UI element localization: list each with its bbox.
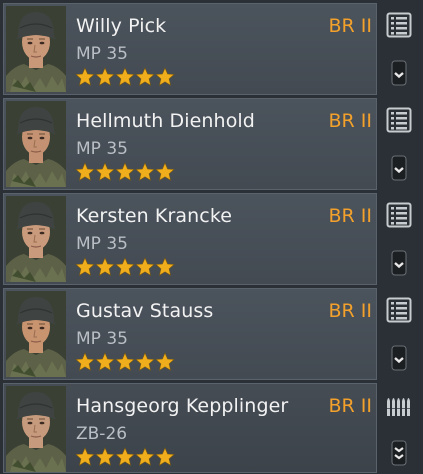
soldier-stars	[75, 352, 175, 372]
star-icon	[75, 67, 95, 86]
rank-two-chevron-icon[interactable]	[386, 440, 412, 466]
soldier-card[interactable]: Willy Pick MP 35 BR II	[3, 3, 377, 95]
squad-roster: Willy Pick MP 35 BR II Hellmuth Dienhold MP …	[0, 0, 423, 474]
list-icon[interactable]	[386, 297, 412, 323]
star-icon	[75, 257, 95, 276]
star-icon	[115, 67, 135, 86]
battle-rating: BR II	[328, 395, 372, 417]
soldier-weapon: ZB-26	[76, 424, 128, 444]
rank-one-chevron-icon[interactable]	[386, 155, 412, 181]
star-icon	[115, 257, 135, 276]
star-icon	[95, 162, 115, 181]
star-icon	[135, 162, 155, 181]
soldier-card[interactable]: Gustav Stauss MP 35 BR II	[3, 288, 377, 380]
star-icon	[75, 162, 95, 181]
star-icon	[135, 257, 155, 276]
battle-rating: BR II	[328, 205, 372, 227]
soldier-stars	[75, 257, 175, 277]
soldier-stars	[75, 67, 175, 87]
battle-rating: BR II	[328, 110, 372, 132]
battle-rating: BR II	[328, 300, 372, 322]
star-icon	[115, 162, 135, 181]
list-icon[interactable]	[386, 12, 412, 38]
star-icon	[95, 447, 115, 466]
star-icon	[95, 352, 115, 371]
list-icon[interactable]	[386, 107, 412, 133]
ammo-icon[interactable]	[386, 392, 412, 418]
soldier-weapon: MP 35	[76, 139, 128, 159]
star-icon	[135, 352, 155, 371]
star-icon	[75, 447, 95, 466]
soldier-actions	[380, 288, 420, 380]
rank-one-chevron-icon[interactable]	[386, 60, 412, 86]
soldier-portrait	[6, 196, 66, 282]
soldier-portrait	[6, 6, 66, 92]
soldier-name: Hansgeorg Kepplinger	[76, 395, 289, 417]
star-icon	[135, 447, 155, 466]
soldier-actions	[380, 193, 420, 285]
soldier-name: Gustav Stauss	[76, 300, 214, 322]
soldier-stars	[75, 162, 175, 182]
rank-one-chevron-icon[interactable]	[386, 250, 412, 276]
star-icon	[155, 162, 175, 181]
soldier-actions	[380, 383, 420, 474]
soldier-card[interactable]: Hellmuth Dienhold MP 35 BR II	[3, 98, 377, 190]
soldier-name: Hellmuth Dienhold	[76, 110, 255, 132]
soldier-portrait	[6, 101, 66, 187]
star-icon	[95, 67, 115, 86]
soldier-name: Willy Pick	[76, 15, 167, 37]
soldier-name: Kersten Krancke	[76, 205, 233, 227]
rank-one-chevron-icon[interactable]	[386, 345, 412, 371]
star-icon	[155, 257, 175, 276]
soldier-card[interactable]: Hansgeorg Kepplinger ZB-26 BR II	[3, 383, 377, 473]
soldier-portrait	[6, 386, 66, 472]
soldier-actions	[380, 3, 420, 95]
list-icon[interactable]	[386, 202, 412, 228]
star-icon	[155, 352, 175, 371]
star-icon	[75, 352, 95, 371]
star-icon	[155, 67, 175, 86]
soldier-portrait	[6, 291, 66, 377]
soldier-actions	[380, 98, 420, 190]
star-icon	[115, 352, 135, 371]
soldier-stars	[75, 447, 175, 467]
star-icon	[115, 447, 135, 466]
star-icon	[95, 257, 115, 276]
soldier-weapon: MP 35	[76, 234, 128, 254]
soldier-card[interactable]: Kersten Krancke MP 35 BR II	[3, 193, 377, 285]
star-icon	[155, 447, 175, 466]
battle-rating: BR II	[328, 15, 372, 37]
star-icon	[135, 67, 155, 86]
soldier-weapon: MP 35	[76, 44, 128, 64]
soldier-weapon: MP 35	[76, 329, 128, 349]
